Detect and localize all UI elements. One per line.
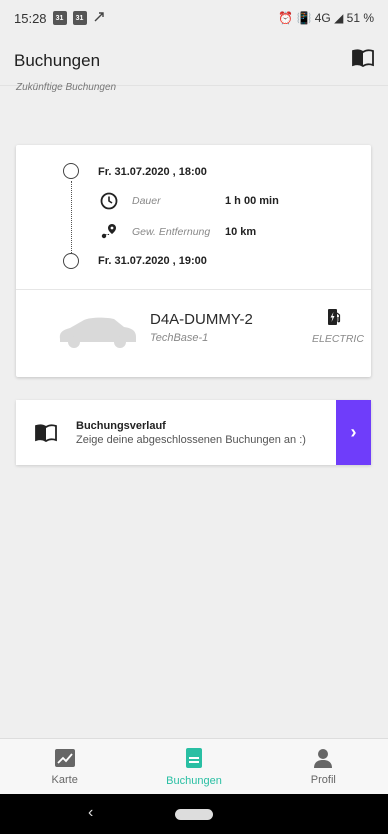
- car-icon: [56, 315, 138, 354]
- calendar-icon: 31: [52, 11, 67, 25]
- app-bar: Buchungen: [0, 36, 388, 86]
- call-forward-icon: [93, 11, 105, 26]
- status-left: 15:28 31 31: [14, 11, 105, 26]
- divider: [16, 289, 371, 290]
- booking-end: Fr. 31.07.2020 , 19:00: [98, 255, 207, 267]
- ev-charger-icon: [327, 308, 341, 331]
- tab-profil-label: Profil: [310, 773, 336, 786]
- distance-value: 10 km: [225, 226, 257, 238]
- status-bar: 15:28 31 31 ⏰ 📳 4G ◢ 51 %: [0, 0, 388, 36]
- back-icon[interactable]: ‹: [88, 804, 93, 822]
- tab-karte-label: Karte: [51, 773, 78, 786]
- history-title: Buchungsverlauf: [76, 419, 166, 432]
- tab-karte[interactable]: Karte: [0, 739, 129, 794]
- distance-label: Gew. Entfernung: [132, 226, 211, 238]
- duration-value: 1 h 00 min: [225, 195, 279, 207]
- tab-buchungen-label: Buchungen: [166, 774, 222, 787]
- profile-icon: [313, 748, 333, 771]
- car-name: D4A-DUMMY-2: [150, 311, 253, 328]
- status-right: ⏰ 📳 4G ◢ 51 %: [278, 11, 374, 25]
- status-indicators: ⏰ 📳 4G ◢ 51 %: [278, 11, 374, 25]
- home-pill-icon[interactable]: [175, 809, 213, 820]
- bottom-nav: Karte Buchungen Profil: [0, 738, 388, 794]
- system-nav-bar: ‹: [0, 794, 388, 834]
- book-icon[interactable]: [352, 49, 374, 72]
- duration-label: Dauer: [132, 195, 161, 207]
- history-book-icon: [16, 423, 76, 442]
- timeline-end-dot: [63, 253, 79, 269]
- history-open-button[interactable]: ›: [336, 400, 371, 465]
- calendar-icon-2: 31: [72, 11, 87, 25]
- booking-doc-icon: [185, 747, 203, 772]
- tab-buchungen[interactable]: Buchungen: [129, 739, 258, 794]
- fuel-type: ELECTRIC: [312, 333, 364, 345]
- map-icon: [54, 748, 76, 771]
- status-time: 15:28: [14, 10, 47, 26]
- timeline-start-dot: [63, 163, 79, 179]
- section-label: Zukünftige Buchungen: [16, 82, 117, 93]
- timeline-line: [71, 181, 72, 253]
- car-location: TechBase-1: [150, 332, 209, 344]
- history-text: Buchungsverlauf Zeige deine abgeschlosse…: [76, 420, 336, 446]
- booking-start: Fr. 31.07.2020 , 18:00: [98, 166, 207, 178]
- page-title: Buchungen: [14, 50, 101, 70]
- booking-card[interactable]: Fr. 31.07.2020 , 18:00 Dauer 1 h 00 min …: [16, 145, 371, 377]
- route-icon: [100, 222, 118, 245]
- clock-icon: [100, 192, 118, 215]
- history-subtitle: Zeige deine abgeschlossenen Buchungen an…: [76, 433, 306, 446]
- history-card[interactable]: Buchungsverlauf Zeige deine abgeschlosse…: [16, 400, 371, 465]
- tab-profil[interactable]: Profil: [259, 739, 388, 794]
